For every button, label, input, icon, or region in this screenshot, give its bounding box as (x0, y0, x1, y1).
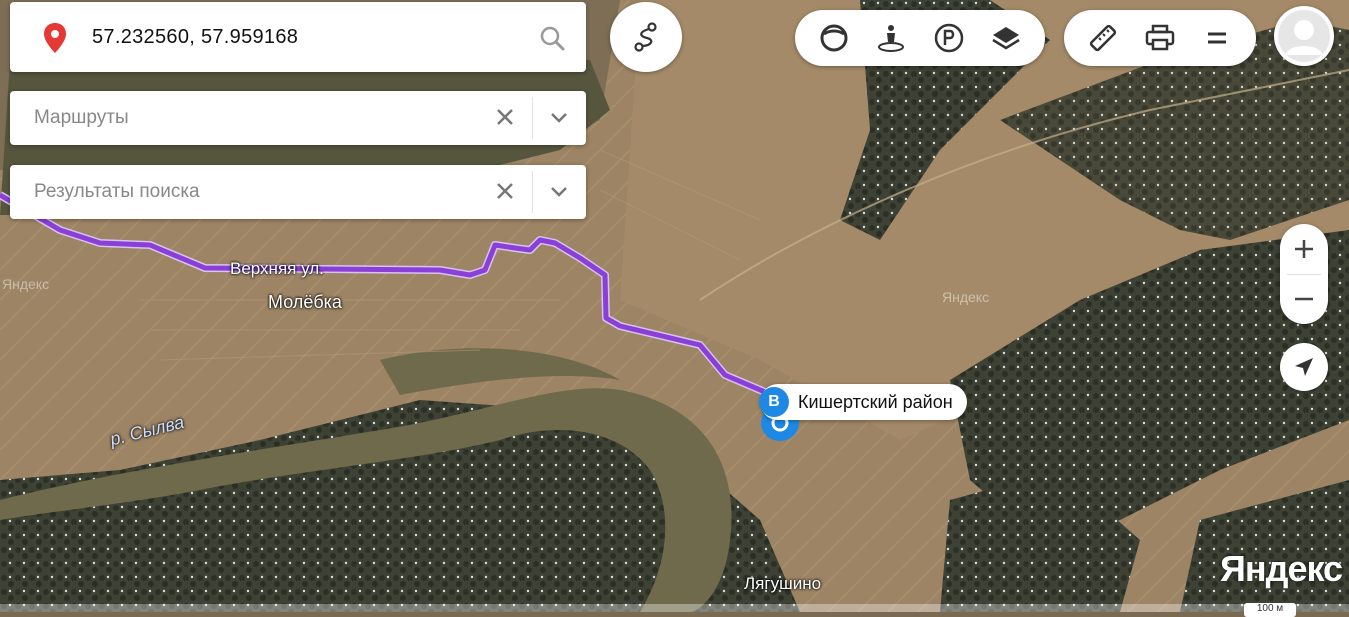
tools-toolbar (1064, 10, 1256, 66)
zoom-out-icon (1295, 297, 1313, 301)
map-watermark: Яндекс (942, 289, 990, 305)
chevron-down-icon[interactable] (548, 106, 570, 128)
layers-button[interactable] (986, 18, 1026, 58)
routes-dropdown[interactable]: Маршруты (10, 91, 586, 145)
search-results-dropdown[interactable]: Результаты поиска (10, 165, 586, 219)
zoom-out-button[interactable] (1280, 274, 1328, 324)
map-watermark: Яндекс (2, 276, 50, 292)
close-icon[interactable] (494, 180, 516, 202)
user-avatar[interactable] (1274, 6, 1334, 66)
divider (532, 97, 533, 139)
layers-icon (992, 27, 1020, 50)
zoom-in-icon (1295, 239, 1313, 258)
ruler-button[interactable] (1083, 18, 1123, 58)
divider (532, 171, 533, 213)
panorama-button[interactable] (814, 18, 854, 58)
search-input[interactable]: 57.232560, 57.959168 (92, 26, 298, 49)
geolocation-button[interactable] (1280, 343, 1328, 391)
search-box[interactable]: 57.232560, 57.959168 (10, 2, 586, 72)
ruler-icon (1089, 24, 1116, 52)
parking-button[interactable] (929, 18, 969, 58)
village2-label[interactable]: Лягушино (744, 574, 821, 594)
panorama-icon (820, 24, 848, 52)
user-avatar-icon (1278, 10, 1330, 62)
search-icon[interactable] (538, 24, 566, 52)
poi-label-text: Кишертский район (798, 391, 953, 412)
poi-label[interactable]: Кишертский район (760, 384, 967, 420)
routes-button[interactable] (610, 2, 682, 72)
street-view-icon (878, 25, 905, 52)
zoom-in-button[interactable] (1280, 224, 1328, 274)
routes-label: Маршруты (34, 107, 129, 128)
yandex-logo[interactable]: Яндекс (1220, 548, 1343, 590)
search-results-label: Результаты поиска (34, 181, 200, 202)
chevron-down-icon[interactable] (548, 180, 570, 202)
menu-icon (1208, 32, 1227, 44)
village-label[interactable]: Молёбка (268, 292, 342, 313)
street-label: Верхняя ул. (230, 259, 324, 278)
routes-icon (634, 22, 657, 52)
scale-indicator: 100 м (1244, 603, 1296, 617)
map-layers-toolbar (795, 10, 1045, 66)
close-icon[interactable] (494, 106, 516, 128)
print-icon (1145, 24, 1175, 51)
geolocation-icon (1295, 358, 1313, 376)
menu-button[interactable] (1197, 18, 1237, 58)
zoom-controls (1280, 224, 1328, 324)
print-button[interactable] (1140, 18, 1180, 58)
bottom-bar (0, 604, 1349, 612)
location-pin-icon (44, 23, 66, 53)
street-view-button[interactable] (871, 18, 911, 58)
route-point-b-marker[interactable]: B (759, 387, 789, 417)
parking-icon (934, 23, 963, 53)
